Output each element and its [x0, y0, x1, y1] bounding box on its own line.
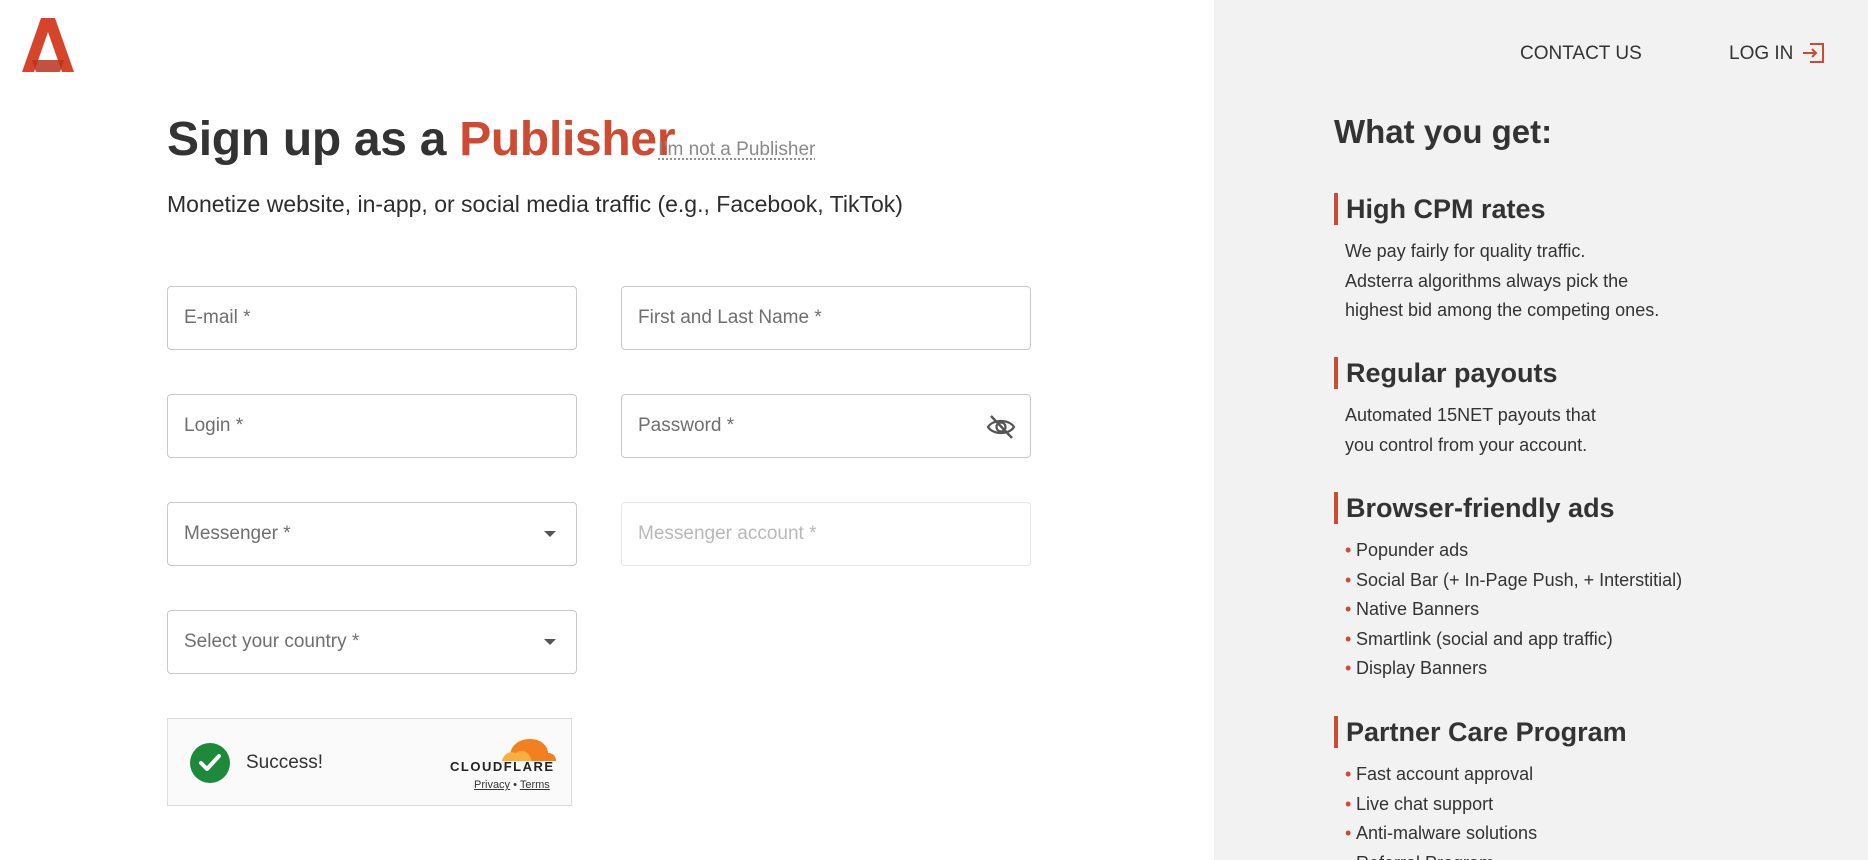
list-item: Popunder ads: [1345, 536, 1682, 566]
success-check-icon: [190, 743, 230, 783]
list-item: Live chat support: [1345, 790, 1537, 820]
country-select[interactable]: Select your country *: [167, 610, 577, 674]
terms-link[interactable]: Terms: [520, 779, 550, 791]
chevron-down-icon: [544, 531, 556, 537]
messenger-account-placeholder: Messenger account *: [638, 523, 817, 544]
chevron-down-icon: [544, 639, 556, 645]
eye-off-icon[interactable]: [986, 413, 1016, 441]
benefits-heading: What you get:: [1334, 113, 1553, 150]
section-title-partner-care: Partner Care Program: [1334, 716, 1627, 748]
page-title: Sign up as a Publisher: [167, 112, 676, 167]
links-separator: •: [513, 779, 517, 791]
section-text-payouts: Automated 15NET payouts that you control…: [1345, 401, 1596, 460]
cloudflare-wordmark: CLOUDFLARE: [450, 759, 555, 774]
list-item: Display Banners: [1345, 654, 1682, 684]
contact-us-link[interactable]: CONTACT US: [1520, 43, 1642, 65]
list-item: Anti-malware solutions: [1345, 819, 1537, 849]
list-item: Fast account approval: [1345, 760, 1537, 790]
signup-panel: Sign up as a Publisher I’m not a Publish…: [0, 0, 1214, 860]
not-publisher-link[interactable]: I’m not a Publisher: [658, 139, 815, 161]
email-placeholder: E-mail *: [184, 307, 251, 328]
email-field[interactable]: E-mail *: [167, 286, 577, 350]
section-title-payouts: Regular payouts: [1334, 357, 1558, 389]
messenger-select[interactable]: Messenger *: [167, 502, 577, 566]
password-placeholder: Password *: [638, 415, 735, 436]
partner-care-list: Fast account approval Live chat support …: [1345, 760, 1537, 860]
ads-list: Popunder ads Social Bar (+ In-Page Push,…: [1345, 536, 1682, 684]
page-subtitle: Monetize website, in-app, or social medi…: [167, 191, 903, 217]
captcha-widget[interactable]: Success! CLOUDFLARE Privacy • Terms: [167, 718, 572, 806]
payouts-line: you control from your account.: [1345, 434, 1588, 455]
list-item: Referral Program: [1345, 849, 1537, 860]
messenger-placeholder: Messenger *: [184, 523, 291, 544]
cpm-line: highest bid among the competing ones.: [1345, 300, 1660, 320]
title-prefix: Sign up as a: [167, 113, 447, 166]
section-title-cpm: High CPM rates: [1334, 193, 1546, 225]
adsterra-logo-icon[interactable]: [22, 18, 74, 72]
list-item: Smartlink (social and app traffic): [1345, 625, 1682, 655]
captcha-links: Privacy • Terms: [474, 779, 550, 791]
list-item: Social Bar (+ In-Page Push, + Interstiti…: [1345, 566, 1682, 596]
list-item: Native Banners: [1345, 595, 1682, 625]
country-placeholder: Select your country *: [184, 631, 360, 652]
name-placeholder: First and Last Name *: [638, 307, 822, 328]
login-placeholder: Login *: [184, 415, 244, 436]
password-field[interactable]: Password *: [621, 394, 1031, 458]
cpm-line: We pay fairly for quality traffic.: [1345, 241, 1586, 261]
section-title-ads: Browser-friendly ads: [1334, 492, 1615, 524]
captcha-status: Success!: [246, 752, 324, 773]
payouts-line: Automated 15NET payouts that: [1345, 405, 1596, 425]
name-field[interactable]: First and Last Name *: [621, 286, 1031, 350]
cpm-line: Adsterra algorithms always pick the: [1345, 270, 1629, 291]
login-field[interactable]: Login *: [167, 394, 577, 458]
sign-in-icon[interactable]: [1801, 42, 1825, 64]
section-text-cpm: We pay fairly for quality traffic. Adste…: [1345, 237, 1659, 326]
login-link[interactable]: LOG IN: [1729, 43, 1793, 65]
messenger-account-field[interactable]: Messenger account *: [621, 502, 1031, 566]
title-highlight: Publisher: [459, 113, 676, 166]
privacy-link[interactable]: Privacy: [474, 779, 510, 791]
